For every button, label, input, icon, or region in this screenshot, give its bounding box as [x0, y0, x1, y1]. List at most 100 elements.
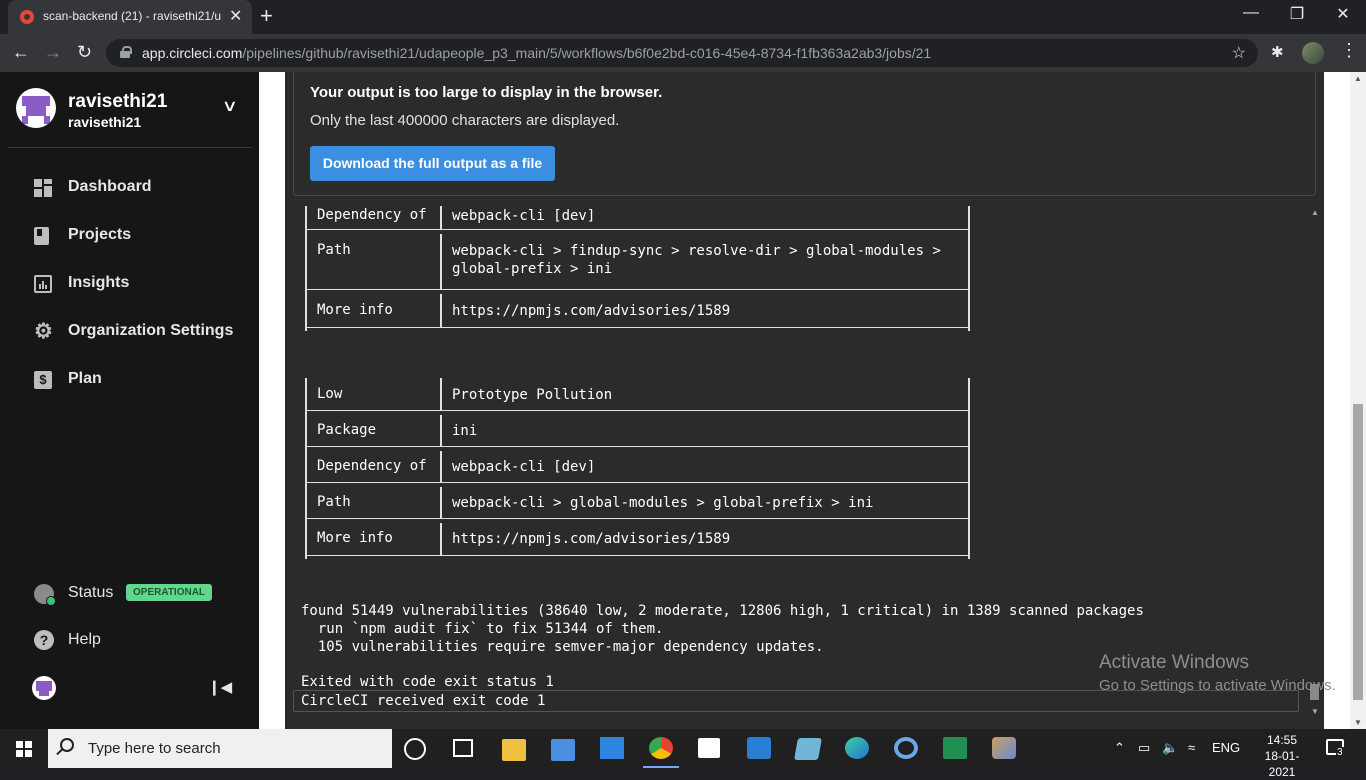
table-key: Low — [317, 386, 343, 402]
clock-time: 14:55 — [1266, 733, 1298, 747]
collapse-sidebar-icon[interactable]: ❙◀ — [208, 678, 232, 696]
app-icon[interactable] — [600, 737, 624, 759]
sidebar-item-organization-settings[interactable]: ⚙ Organization Settings — [34, 320, 254, 344]
table-value: Prototype Pollution — [452, 387, 613, 403]
table-key: Dependency of — [317, 207, 427, 223]
sidebar-item-label: Insights — [68, 274, 130, 291]
activate-windows-subtitle: Go to Settings to activate Windows. — [1099, 677, 1336, 694]
window-close-icon[interactable]: ✕ — [1320, 4, 1366, 24]
table-value: webpack-cli > global-modules > global-pr… — [452, 495, 874, 511]
battery-icon[interactable]: ▭ — [1138, 740, 1150, 756]
search-icon — [60, 738, 74, 752]
windows-taskbar: Type here to search ⌃ ▭ 🔈 ≈ ENG 14:55 18… — [0, 729, 1366, 779]
insights-icon — [34, 275, 52, 293]
table-key: More info — [317, 302, 393, 318]
address-bar[interactable]: app.circleci.com/pipelines/github/ravise… — [106, 39, 1258, 67]
sidebar-divider — [8, 147, 252, 148]
forward-icon[interactable]: → — [44, 42, 62, 63]
paint-icon[interactable] — [992, 737, 1016, 759]
notice-subtitle: Only the last 400000 characters are disp… — [310, 112, 620, 129]
sidebar-item-label: Organization Settings — [68, 322, 234, 339]
table-value: ini — [452, 423, 478, 439]
sidebar-item-insights[interactable]: Insights — [34, 272, 254, 296]
new-tab-icon[interactable]: + — [260, 3, 273, 29]
table-value: webpack-cli [dev] — [452, 208, 596, 224]
table-row: More info https://npmjs.com/advisories/1… — [305, 523, 970, 559]
bookmark-star-icon[interactable]: ☆ — [1232, 43, 1246, 63]
excel-icon[interactable] — [943, 737, 967, 759]
page-scroll-thumb[interactable] — [1353, 404, 1363, 700]
sidebar-item-projects[interactable]: Projects — [34, 224, 254, 248]
projects-icon — [34, 227, 49, 245]
terminal-output: Dependency of webpack-cli [dev] Path web… — [285, 206, 1307, 718]
table-row: Low Prototype Pollution — [305, 378, 970, 414]
url-text: app.circleci.com/pipelines/github/ravise… — [142, 45, 931, 61]
volume-icon[interactable]: 🔈 — [1162, 740, 1178, 756]
status-badge: OPERATIONAL — [126, 584, 213, 601]
notification-count: 3 — [1336, 747, 1344, 758]
exit-status-line: Exited with code exit status 1 — [301, 674, 554, 690]
profile-avatar[interactable] — [1302, 42, 1324, 64]
table-key: Path — [317, 494, 351, 510]
windows-start-icon[interactable] — [16, 741, 32, 757]
cortana-icon[interactable] — [404, 738, 426, 760]
taskbar-clock[interactable]: 14:55 18-01-2021 — [1262, 732, 1302, 780]
table-row: Dependency of webpack-cli [dev] — [305, 451, 970, 486]
table-row: More info https://npmjs.com/advisories/1… — [305, 294, 970, 331]
vulnerability-summary: found 51449 vulnerabilities (38640 low, … — [301, 603, 1144, 655]
job-output-panel: Your output is too large to display in t… — [285, 72, 1336, 729]
download-output-button[interactable]: Download the full output as a file — [310, 146, 555, 181]
wifi-icon[interactable]: ≈ — [1188, 740, 1195, 755]
language-indicator[interactable]: ENG — [1212, 740, 1240, 755]
store-icon[interactable] — [698, 738, 720, 758]
table-row: Dependency of webpack-cli [dev] — [305, 206, 970, 233]
tab-title: scan-backend (21) - ravisethi21/u — [43, 9, 222, 23]
notes-icon[interactable] — [794, 738, 822, 760]
chrome-icon[interactable] — [649, 737, 673, 759]
sidebar-item-label: Projects — [68, 226, 132, 243]
app-swirl-icon[interactable] — [894, 737, 918, 759]
table-key: Path — [317, 242, 351, 258]
task-view-icon[interactable] — [453, 739, 473, 757]
table-row: Path webpack-cli > findup-sync > resolve… — [305, 234, 970, 293]
taskbar-search[interactable]: Type here to search — [48, 729, 392, 768]
vscode-icon[interactable] — [747, 737, 771, 759]
tab-close-icon[interactable]: ✕ — [229, 6, 242, 26]
org-subname: ravisethi21 — [68, 114, 142, 130]
audit-table: Dependency of webpack-cli [dev] Path web… — [305, 206, 970, 331]
extensions-icon[interactable]: ✱ — [1271, 43, 1284, 61]
browser-menu-icon[interactable]: ⋮ — [1340, 40, 1358, 61]
reload-icon[interactable]: ↻ — [77, 42, 92, 63]
status-icon — [34, 584, 56, 606]
main-content: Your output is too large to display in t… — [259, 72, 1366, 729]
page-scrollbar[interactable]: ▲ ▼ — [1350, 72, 1366, 729]
user-avatar[interactable] — [32, 676, 56, 700]
circleci-favicon-icon — [20, 10, 34, 24]
browser-tab[interactable]: scan-backend (21) - ravisethi21/u ✕ — [8, 0, 252, 34]
back-icon[interactable]: ← — [12, 42, 30, 63]
search-placeholder: Type here to search — [88, 740, 221, 757]
mail-icon[interactable] — [551, 739, 575, 761]
table-value: https://npmjs.com/advisories/1589 — [452, 531, 731, 547]
lock-icon — [120, 46, 132, 58]
show-hidden-icons-icon[interactable]: ⌃ — [1114, 740, 1125, 756]
sidebar-item-label: Dashboard — [68, 178, 152, 195]
table-row: Path webpack-cli > global-modules > glob… — [305, 487, 970, 522]
minimize-icon[interactable]: — — [1228, 4, 1274, 22]
edge-icon[interactable] — [845, 737, 869, 759]
file-explorer-icon[interactable] — [502, 739, 526, 761]
sidebar-item-dashboard[interactable]: Dashboard — [34, 176, 254, 200]
table-row: Package ini — [305, 415, 970, 450]
org-avatar — [16, 88, 56, 128]
url-host: app.circleci.com — [142, 45, 243, 61]
org-switcher-chevron-icon[interactable]: ∨ — [222, 96, 238, 116]
output-too-large-notice: Your output is too large to display in t… — [293, 72, 1316, 196]
status-label: Status — [68, 584, 114, 601]
browser-tab-bar: scan-backend (21) - ravisethi21/u ✕ + — … — [0, 0, 1366, 34]
restore-icon[interactable]: ❐ — [1274, 4, 1320, 24]
terminal-scrollbar[interactable]: ▲ ▼ — [1307, 206, 1323, 718]
sidebar-item-plan[interactable]: $ Plan — [34, 368, 254, 392]
audit-table: Low Prototype Pollution Package ini Depe… — [305, 378, 970, 559]
url-path: /pipelines/github/ravisethi21/udapeople_… — [242, 45, 932, 61]
table-key: Dependency of — [317, 458, 427, 474]
